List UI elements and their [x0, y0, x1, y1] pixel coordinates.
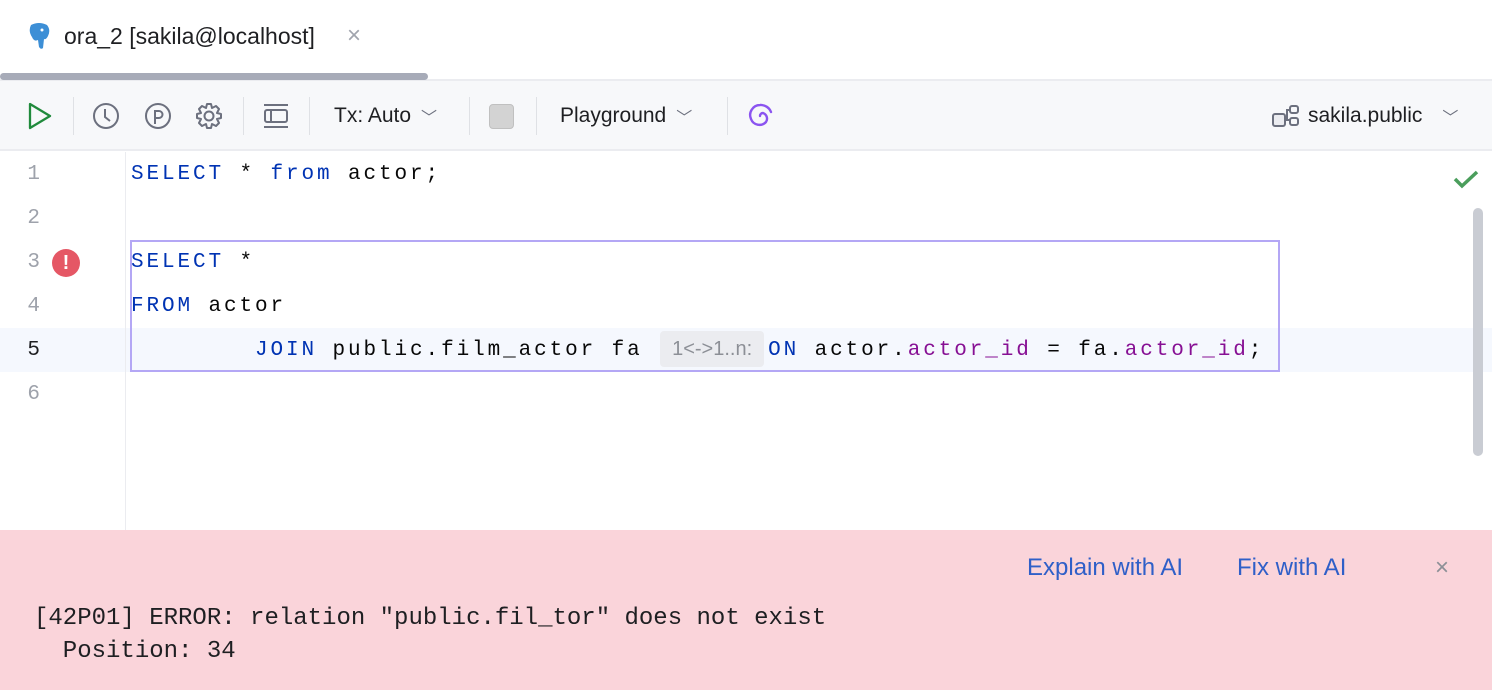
session-mode-dropdown[interactable]: Playground ﹀: [560, 81, 692, 151]
line-number: 1: [0, 153, 40, 197]
error-message: [42P01] ERROR: relation "public.fil_tor"…: [34, 602, 826, 668]
ai-assistant-button[interactable]: [746, 81, 774, 151]
error-panel: Explain with AI Fix with AI × [42P01] ER…: [0, 530, 1492, 690]
code-line-3: SELECT *: [131, 241, 255, 285]
clock-icon: [92, 102, 120, 130]
check-icon[interactable]: [1453, 169, 1479, 189]
line-number: 2: [0, 197, 40, 241]
sql-editor[interactable]: 1 2 3 4 5 6 ! SELECT * from actor; SELEC…: [0, 152, 1492, 530]
code-line-5: JOIN public.film_actor fa 1<->1..n:ON ac…: [131, 329, 1264, 373]
close-error-icon[interactable]: ×: [1435, 554, 1449, 582]
fix-with-ai-link[interactable]: Fix with AI: [1237, 554, 1346, 582]
error-marker-icon[interactable]: !: [52, 249, 80, 277]
play-icon: [27, 102, 53, 130]
line-number: 6: [0, 373, 40, 417]
panel-layout-icon: [262, 102, 290, 130]
run-button[interactable]: [27, 81, 53, 151]
playground-label: Playground: [560, 104, 666, 128]
chevron-down-icon: ﹀: [676, 104, 692, 128]
settings-button[interactable]: [195, 81, 223, 151]
line-number: 5: [0, 329, 40, 373]
ai-spiral-icon: [746, 102, 774, 130]
tab-bar: ora_2 [sakila@localhost] ×: [0, 0, 1492, 81]
line-number: 3: [0, 241, 40, 285]
gear-icon: [195, 102, 223, 130]
schema-label: sakila.public: [1308, 104, 1422, 128]
transaction-mode-dropdown[interactable]: Tx: Auto ﹀: [334, 81, 437, 151]
schema-icon: [1272, 104, 1300, 128]
stop-button[interactable]: [489, 81, 514, 151]
toolbar: Tx: Auto ﹀ Playground ﹀ sakila.public ﹀: [0, 81, 1492, 151]
chevron-down-icon: ﹀: [1442, 104, 1458, 128]
schema-selector[interactable]: sakila.public ﹀: [1272, 81, 1458, 151]
join-cardinality-hint: 1<->1..n:: [660, 331, 764, 367]
parameter-icon: [144, 102, 172, 130]
close-tab-icon[interactable]: ×: [347, 22, 361, 50]
stop-icon: [489, 104, 514, 129]
tab-title: ora_2 [sakila@localhost]: [64, 23, 315, 50]
chevron-down-icon: ﹀: [421, 104, 437, 128]
tab-scrollbar[interactable]: [0, 73, 428, 80]
vertical-scrollbar[interactable]: [1473, 208, 1483, 456]
history-button[interactable]: [92, 81, 120, 151]
parameters-button[interactable]: [144, 81, 172, 151]
code-line-4: FROM actor: [131, 285, 286, 329]
explain-with-ai-link[interactable]: Explain with AI: [1027, 554, 1183, 582]
layout-button[interactable]: [262, 81, 290, 151]
line-number: 4: [0, 285, 40, 329]
tx-label: Tx: Auto: [334, 104, 411, 128]
editor-tab[interactable]: ora_2 [sakila@localhost] ×: [26, 22, 361, 50]
postgresql-icon: [26, 22, 52, 50]
code-line-1: SELECT * from actor;: [131, 153, 441, 197]
